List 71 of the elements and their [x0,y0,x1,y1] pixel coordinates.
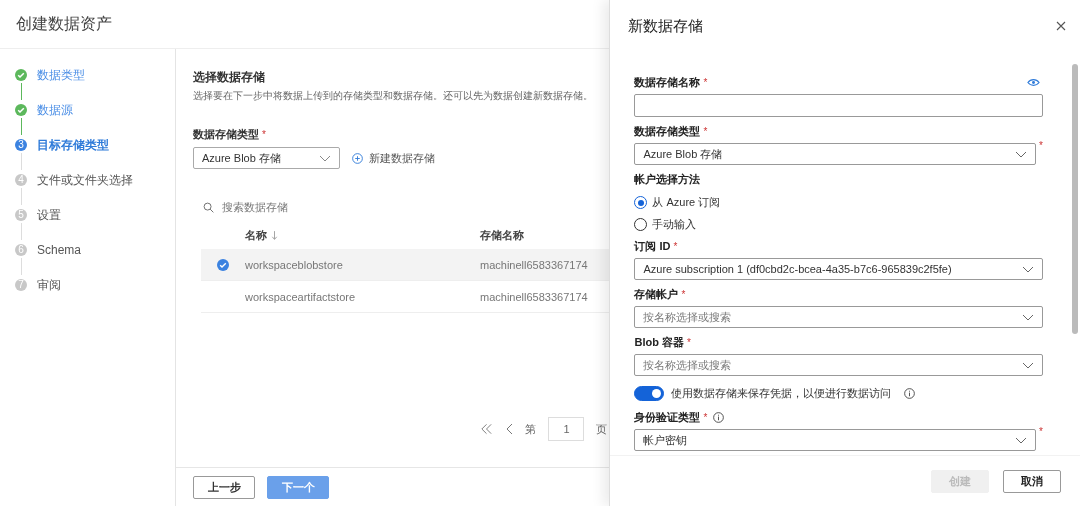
toggle-label: 使用数据存储来保存凭据，以便进行数据访问 [671,386,892,401]
info-icon[interactable] [713,412,725,423]
required-mark: * [262,129,266,140]
toggle-switch[interactable] [634,386,665,401]
page-number-field[interactable]: 1 [548,417,585,441]
field-label: 订阅 ID [634,239,671,254]
step-link[interactable]: 数据类型 [37,67,85,102]
step-link[interactable]: 目标存储类型 [37,137,109,172]
search-icon [203,201,214,213]
column-header[interactable]: 存储名称 [480,227,610,243]
step-link[interactable]: 设置 [37,207,61,242]
close-icon[interactable] [1056,21,1066,31]
back-button[interactable]: 上一步 [193,475,255,499]
chevron-down-icon [1022,265,1034,273]
name-input-field[interactable] [634,94,1043,117]
chevron-down-icon [1022,313,1034,321]
page-title: 创建数据资产 [16,13,112,34]
scrollbar-thumb[interactable] [1072,64,1078,334]
table-cell-text: machinell6583367174 [480,258,589,271]
field-label: 身份验证类型 [634,410,701,425]
previous-page-icon[interactable] [505,423,514,435]
cancel-button[interactable]: 取消 [1003,469,1061,493]
new-datastore-button[interactable]: 新建数据存储 [352,150,435,166]
chevron-down-icon [1022,361,1034,369]
required-mark: * [703,412,708,423]
required-mark: * [681,289,686,300]
required-mark: * [703,77,708,88]
section-heading: 选择数据存储 [193,69,266,86]
sort-down-icon [271,229,278,241]
step-number: 3 [15,139,27,151]
table-row[interactable]: workspaceblobstore machinell6583367174 [201,249,610,281]
step-link[interactable]: Schema [37,242,82,277]
table-row[interactable]: workspaceartifactstore machinell6583367174 [201,281,610,313]
field-label: Blob 容器 [634,335,684,350]
radio-option[interactable]: 手动输入 [634,217,1052,232]
field-label: 数据存储名称 [634,75,701,90]
storage-type-dropdown[interactable]: Azure Blob 存储 [193,147,340,169]
dropdown[interactable]: Azure Blob 存储 [634,143,1037,165]
field-label: 帐户选择方法 [634,172,701,187]
required-mark: * [686,337,691,348]
step-link[interactable]: 审阅 [37,277,61,312]
table-cell-text: machinell6583367174 [480,290,589,303]
field-label: 数据存储类型 [634,124,701,139]
chevron-down-icon [1015,436,1028,444]
section-description: 选择要在下一步中将数据上传到的存储类型和数据存储。还可以先为数据创建新数据存储。 [193,89,594,103]
radio-option[interactable]: 从 Azure 订阅 [634,195,1052,210]
required-mark: * [1039,140,1043,151]
dropdown[interactable]: 帐户密钥 [634,429,1037,451]
step-link[interactable]: 文件或文件夹选择 [37,172,133,207]
required-mark: * [673,241,678,252]
page-label: 第 [525,421,537,437]
panel-title: 新数据存储 [628,16,704,36]
selected-check-icon [217,258,229,271]
required-mark: * [1039,426,1043,437]
chevron-down-icon [1015,150,1028,158]
dropdown[interactable]: 按名称选择或搜索 [634,354,1043,376]
step-link[interactable]: 数据源 [37,102,73,137]
chevron-down-icon [319,154,331,162]
field-label: 数据存储类型 [193,128,259,140]
info-icon[interactable] [904,388,916,399]
dropdown[interactable]: Azure subscription 1 (df0cbd2c-bcea-4a35-b7c6-965839c2f5fe) [634,258,1043,280]
required-mark: * [703,126,708,137]
field-label: 存储帐户 [634,287,679,302]
eye-icon[interactable] [1027,78,1040,87]
column-header[interactable]: 名称 [245,227,267,243]
page-label: 页 [596,421,608,437]
first-page-icon[interactable] [480,423,494,435]
plus-circle-icon [352,152,363,164]
table-cell-text: workspaceblobstore [245,258,344,271]
table-cell-text: workspaceartifactstore [245,290,357,303]
dropdown[interactable]: 按名称选择或搜索 [634,306,1043,328]
